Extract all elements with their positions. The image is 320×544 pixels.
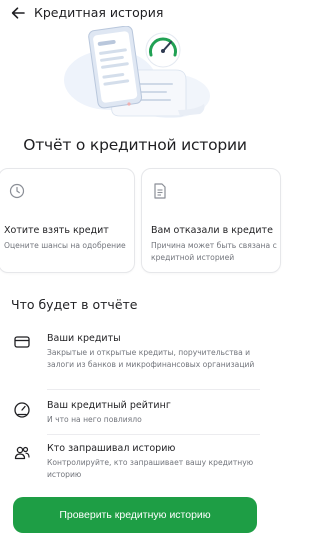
feature-description: Закрытые и открытые кредиты, поручительс… [47,348,255,369]
report-title: Отчёт о кредитной истории [23,136,247,154]
page-title: Кредитная история [34,5,164,20]
card-title: Хотите взять кредит [4,225,109,236]
feature-title: Ваш кредитный рейтинг [47,400,171,411]
feature-description: И что на него повлияло [47,415,142,424]
section-title: Что будет в отчёте [11,297,138,312]
app-header: Кредитная история [0,0,270,26]
credit-report-illustration [0,18,270,124]
speedometer-icon [14,402,30,418]
card-icon [14,336,30,348]
feature-title: Ваши кредиты [47,333,121,344]
arrow-left-icon [11,7,25,19]
want-loan-card[interactable]: Хотите взять кредит Оцените шансы на одо… [0,168,135,273]
gauge-icon [9,183,25,199]
feature-title: Кто запрашивал историю [47,443,176,454]
loan-rejected-card[interactable]: Вам отказали в кредите Причина может быт… [141,168,281,273]
card-description: Причина может быть связана с кредитной и… [151,241,277,262]
document-icon [154,183,166,199]
check-credit-history-button[interactable]: Проверить кредитную историю [13,497,257,533]
divider [47,434,260,435]
option-cards: Хотите взять кредит Оцените шансы на одо… [0,168,288,274]
card-title: Вам отказали в кредите [151,225,273,236]
back-button[interactable] [8,3,28,23]
users-icon [14,446,30,460]
card-description: Оцените шансы на одобрение [4,241,126,250]
divider [47,389,260,390]
